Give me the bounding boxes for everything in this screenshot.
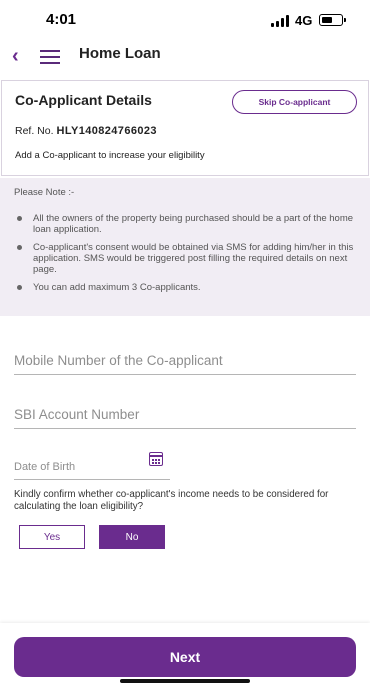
skip-co-applicant-button[interactable]: Skip Co-applicant: [232, 90, 357, 114]
mobile-number-field: [14, 352, 356, 375]
page-title: Home Loan: [79, 45, 161, 62]
network-type: 4G: [295, 13, 313, 28]
date-of-birth-input[interactable]: [14, 455, 170, 479]
note-item: All the owners of the property being pur…: [14, 213, 354, 235]
next-button[interactable]: Next: [14, 637, 356, 677]
ref-label: Ref. No.: [15, 125, 54, 137]
status-time: 4:01: [46, 11, 77, 28]
battery-icon: [319, 14, 343, 26]
note-heading: Please Note :-: [14, 187, 75, 198]
back-arrow-icon[interactable]: ‹: [12, 46, 26, 66]
no-button[interactable]: No: [99, 525, 165, 549]
yes-button[interactable]: Yes: [19, 525, 85, 549]
account-number-input[interactable]: [14, 407, 356, 428]
signal-icon: [271, 15, 291, 27]
account-number-field: [14, 406, 356, 429]
mobile-number-input[interactable]: [14, 353, 356, 374]
note-panel: Please Note :- All the owners of the pro…: [0, 178, 370, 316]
home-indicator: [120, 679, 250, 683]
reference-row: Ref. No. HLY140824766023: [15, 125, 157, 137]
note-item: You can add maximum 3 Co-applicants.: [14, 282, 354, 293]
app-header: ‹ Home Loan: [0, 36, 370, 76]
note-list: All the owners of the property being pur…: [14, 213, 354, 300]
ref-number: HLY140824766023: [56, 125, 157, 137]
date-of-birth-field: [14, 455, 170, 480]
battery-tip: [344, 18, 346, 22]
income-confirm-question: Kindly confirm whether co-applicant's in…: [14, 489, 329, 512]
status-bar: 4:01 4G: [0, 0, 370, 36]
co-applicant-card: Co-Applicant Details Skip Co-applicant R…: [1, 80, 369, 176]
note-item: Co-applicant's consent would be obtained…: [14, 242, 354, 275]
card-title: Co-Applicant Details: [15, 92, 152, 108]
eligibility-note: Add a Co-applicant to increase your elig…: [15, 150, 205, 161]
hamburger-menu-icon[interactable]: [40, 50, 60, 64]
calendar-icon[interactable]: [148, 452, 163, 466]
